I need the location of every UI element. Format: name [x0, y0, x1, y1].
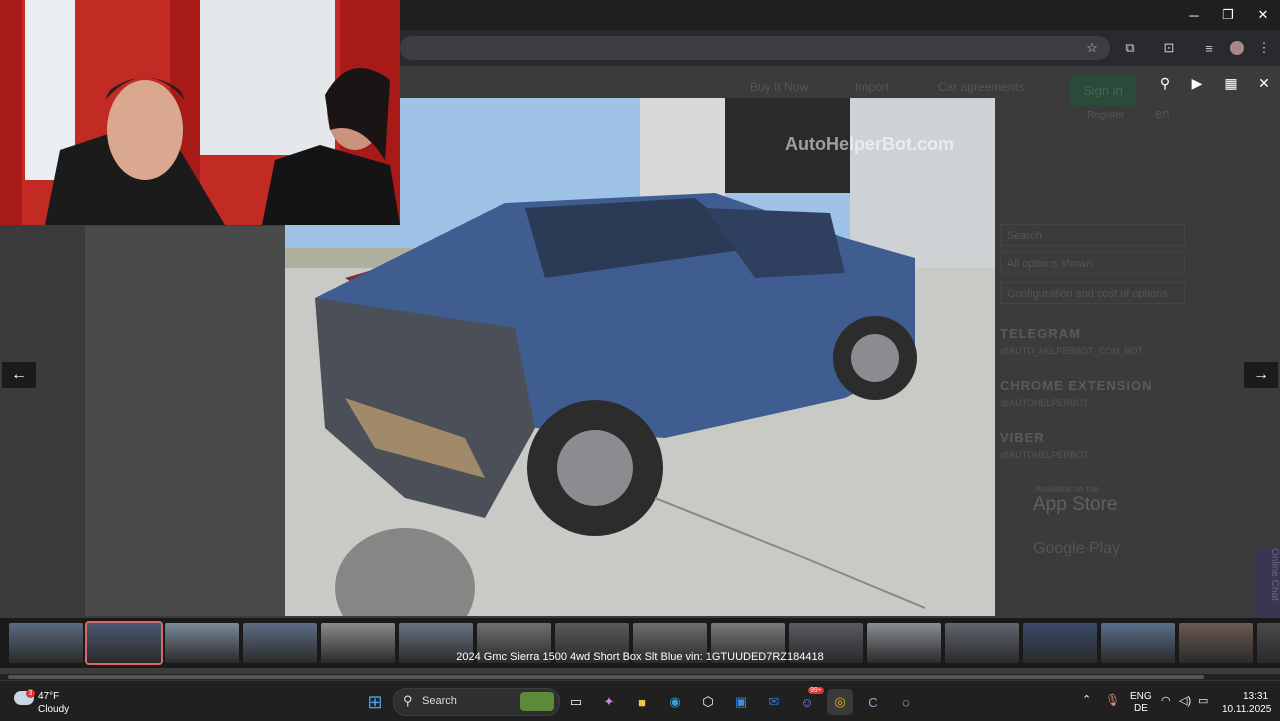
play-icon[interactable]: ▶ [1182, 72, 1212, 94]
options-config: Configuration and cost of options [1000, 282, 1185, 304]
watermark: AutoHelperBot.com [785, 134, 955, 154]
sign-in-button: Sign in [1070, 74, 1136, 106]
appstore-small: Available on the [1035, 484, 1099, 494]
photo-caption: 2024 Gmc Sierra 1500 4wd Short Box Slt B… [456, 651, 824, 663]
profile-avatar[interactable] [1226, 38, 1248, 58]
close-window-button[interactable]: ✕ [1246, 0, 1280, 30]
googleplay-badge: Google Play [1033, 540, 1121, 557]
search-placeholder: Search [422, 695, 457, 707]
task-view-icon[interactable]: ▭ [563, 689, 589, 715]
weather-badge: 3 [26, 689, 35, 698]
chrome-handle: @AUTOHELPERBOT [1000, 398, 1089, 408]
wifi-icon[interactable]: ◠ [1161, 694, 1171, 707]
online-chat-tab: Online Chat [1256, 548, 1280, 618]
windows-taskbar: 3 47°F Cloudy ⊞ ⚲ Search ▭ ✦ ■ ◉ ⬡ ▣ ✉ ☺… [0, 680, 1280, 721]
discord-badge: 99+ [808, 687, 824, 694]
search-highlight-icon [520, 692, 554, 711]
mic-icon[interactable]: 🎙 [1105, 693, 1120, 707]
language-select: en [1155, 106, 1170, 121]
chevron-up-icon[interactable]: ⌃ [1082, 693, 1091, 706]
scrollbar-thumb[interactable] [8, 675, 1204, 679]
start-icon[interactable]: ⊞ [362, 689, 388, 715]
prev-photo-button[interactable]: ← [2, 362, 36, 388]
volume-icon[interactable]: ◁) [1179, 694, 1191, 707]
telegram-handle: @AUTO_HELPERBOT_COM_BOT [1000, 346, 1144, 356]
webcam-overlay [0, 0, 400, 225]
extensions-icon[interactable]: ⧉ [1119, 38, 1141, 58]
file-explorer-icon[interactable]: ■ [629, 689, 655, 715]
import-link: Import [855, 80, 890, 94]
agreements-link: Car agreements [938, 80, 1025, 94]
grid-icon[interactable]: ▦ [1216, 72, 1246, 94]
viber-handle: @AUTOHELPERBOT [1000, 450, 1089, 460]
store-icon[interactable]: ▣ [728, 689, 754, 715]
lang-bottom[interactable]: DE [1134, 703, 1148, 714]
minimize-button[interactable]: ─ [1177, 0, 1211, 30]
register-link: Register [1087, 110, 1125, 121]
lang-top[interactable]: ENG [1130, 691, 1152, 702]
address-bar[interactable] [400, 36, 1110, 60]
restore-button[interactable]: ❐ [1211, 0, 1245, 30]
clock-date[interactable]: 10.11.2025 [1222, 704, 1271, 715]
buy-now-link: Buy It Now [750, 80, 809, 94]
star-icon[interactable]: ☆ [1081, 38, 1103, 58]
chrome-icon[interactable]: ◎ [827, 689, 853, 715]
copilot-icon[interactable]: ✦ [596, 689, 622, 715]
page-gallery-panel [85, 226, 285, 616]
taskbar-search[interactable]: ⚲ Search [393, 688, 560, 716]
outlook-icon[interactable]: ✉ [761, 689, 787, 715]
recorder-icon[interactable]: ◌ [893, 689, 919, 715]
media-icon[interactable]: ≡ [1198, 38, 1220, 58]
tab-search-icon[interactable]: ⊡ [1158, 38, 1180, 58]
battery-icon[interactable]: ▭ [1198, 694, 1208, 707]
search-option: Search [1000, 224, 1185, 246]
zoom-icon[interactable]: ⚲ [1150, 72, 1180, 94]
clock-time[interactable]: 13:31 [1243, 691, 1268, 702]
weather-temp: 47°F [38, 691, 60, 702]
app-icon[interactable]: ⬡ [695, 689, 721, 715]
close-icon[interactable]: ✕ [1249, 72, 1279, 94]
weather-cond: Cloudy [38, 704, 70, 715]
viber-heading: VIBER [1000, 430, 1045, 445]
chrome-extension-heading: CHROME EXTENSION [1000, 378, 1153, 393]
telegram-heading: TELEGRAM [1000, 326, 1081, 341]
appstore-badge: App Store [1033, 494, 1118, 515]
edge-icon[interactable]: ◉ [662, 689, 688, 715]
webcam-scene [0, 0, 400, 225]
options-shown: All options shown [1000, 252, 1185, 274]
menu-icon[interactable]: ⋮ [1253, 38, 1275, 58]
search-icon: ⚲ [403, 693, 413, 708]
c-app-icon[interactable]: C [860, 689, 886, 715]
next-photo-button[interactable]: → [1244, 362, 1278, 388]
